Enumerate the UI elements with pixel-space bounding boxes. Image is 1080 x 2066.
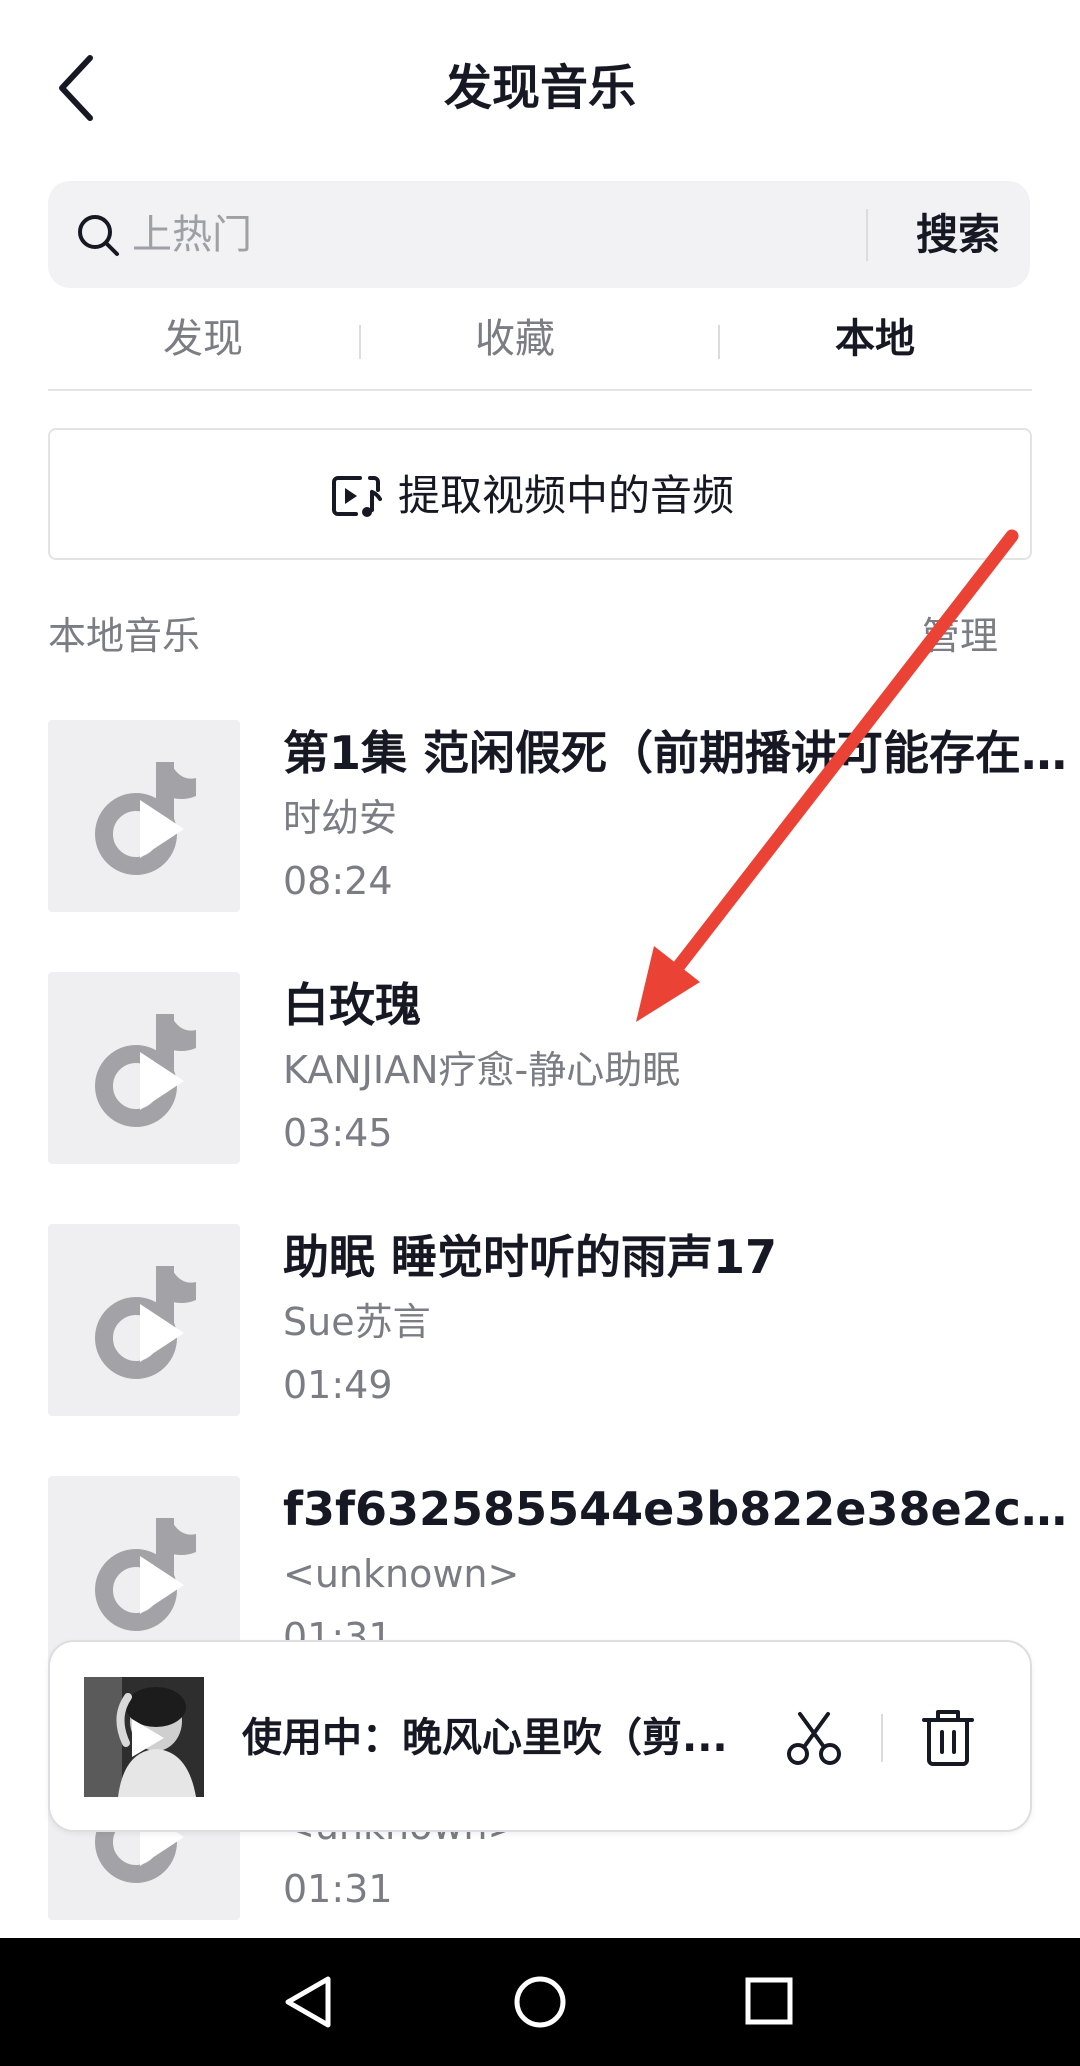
- video-music-icon: [332, 476, 382, 517]
- now-playing-bar[interactable]: 使用中：晚风心里吹（剪...: [48, 1640, 1032, 1832]
- track-item[interactable]: 助眠 睡觉时听的雨声17 Sue苏言 01:49: [48, 1224, 1080, 1416]
- tab-favorites[interactable]: 收藏: [460, 303, 570, 375]
- header: 发现音乐: [0, 0, 1080, 175]
- track-duration: 01:49: [283, 1363, 393, 1407]
- track-duration: 03:45: [283, 1111, 393, 1155]
- track-title: f3f632585544e3b822e38e2c3460...: [283, 1482, 1073, 1536]
- track-artist: 时幼安: [283, 796, 398, 840]
- search-icon: [78, 215, 119, 256]
- tab-separator: [718, 325, 720, 359]
- search-input[interactable]: [132, 199, 892, 271]
- extract-audio-button[interactable]: 提取视频中的音频: [48, 428, 1032, 560]
- track-cover[interactable]: [48, 972, 240, 1164]
- track-cover[interactable]: [48, 720, 240, 912]
- nav-home-icon[interactable]: [512, 1974, 568, 2030]
- nav-back-icon[interactable]: [280, 1974, 334, 2030]
- track-artist: <unknown>: [283, 1552, 520, 1596]
- tab-discover[interactable]: 发现: [148, 303, 258, 375]
- track-artist: Sue苏言: [283, 1300, 431, 1344]
- music-note-icon: [95, 1014, 196, 1127]
- search-divider: [866, 209, 868, 261]
- track-cover[interactable]: [48, 1224, 240, 1416]
- track-title: 第1集 范闲假死（前期播讲可能存在一...: [283, 726, 1073, 780]
- track-item[interactable]: 白玫瑰 KANJIAN疗愈-静心助眠 03:45: [48, 972, 1080, 1164]
- tab-bar: 发现 收藏 本地: [48, 295, 1032, 391]
- music-note-icon: [95, 762, 196, 875]
- search-bar: 搜索: [48, 181, 1030, 288]
- track-artist: KANJIAN疗愈-静心助眠: [283, 1048, 681, 1092]
- scissors-icon: [787, 1712, 841, 1765]
- track-title: 白玫瑰: [283, 978, 421, 1032]
- section-title: 本地音乐: [48, 614, 201, 658]
- nav-recents-icon[interactable]: [744, 1976, 794, 2026]
- system-nav-bar: [0, 1938, 1080, 2066]
- extract-audio-label: 提取视频中的音频: [398, 471, 735, 520]
- delete-button[interactable]: [920, 1706, 976, 1768]
- tab-separator: [359, 325, 361, 359]
- cover-photo-icon: [84, 1677, 204, 1797]
- track-duration: 01:31: [283, 1867, 393, 1911]
- music-note-icon: [95, 1266, 196, 1379]
- page-title: 发现音乐: [443, 60, 636, 116]
- manage-button[interactable]: 管理: [922, 610, 998, 662]
- now-playing-text: 使用中：晚风心里吹（剪...: [242, 1715, 728, 1761]
- track-duration: 08:24: [283, 859, 393, 903]
- track-item[interactable]: 第1集 范闲假死（前期播讲可能存在一... 时幼安 08:24: [48, 720, 1080, 912]
- now-playing-separator: [881, 1714, 883, 1762]
- search-button[interactable]: 搜索: [898, 201, 1018, 269]
- trim-button[interactable]: [786, 1710, 842, 1766]
- track-title: 助眠 睡觉时听的雨声17: [283, 1230, 778, 1284]
- tab-local[interactable]: 本地: [820, 303, 930, 375]
- trash-icon: [922, 1710, 974, 1766]
- music-note-icon: [95, 1518, 196, 1631]
- now-playing-cover[interactable]: [84, 1677, 204, 1797]
